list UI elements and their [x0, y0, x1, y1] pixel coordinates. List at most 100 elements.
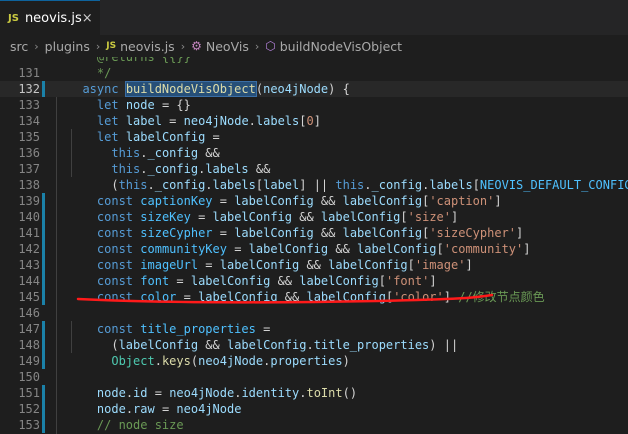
code-text: async buildNodeVisObject(neo4jNode) {: [68, 81, 350, 97]
code-token: @returns {{}}: [96, 57, 191, 64]
git-change-marker: [42, 241, 45, 257]
code-line[interactable]: 153 // node size: [0, 417, 628, 433]
git-change-marker: [42, 385, 45, 401]
chevron-right-icon: ›: [95, 39, 101, 53]
code-text: this._config &&: [68, 145, 220, 161]
git-change-marker: [42, 225, 45, 241]
code-line[interactable]: 131 */: [0, 65, 628, 81]
tab-label: neovis.js: [24, 10, 82, 26]
code-token: async: [82, 82, 119, 96]
tab-neovis-js[interactable]: JS neovis.js ×: [0, 0, 100, 35]
tab-bar: JS neovis.js ×: [0, 0, 628, 35]
breadcrumb-plugins[interactable]: plugins: [45, 39, 90, 54]
code-token: (: [68, 178, 119, 192]
code-editor[interactable]: 154153 // node size152 node.raw = neo4jN…: [0, 57, 628, 434]
code-token: const: [96, 258, 134, 272]
code-line[interactable]: 140 const sizeKey = labelConfig && label…: [0, 209, 628, 225]
code-token: imageUrl: [140, 258, 199, 272]
code-token: .: [140, 162, 148, 176]
line-number: 137: [18, 162, 40, 176]
code-line[interactable]: 132 async buildNodeVisObject(neo4jNode) …: [0, 81, 628, 97]
breadcrumb-src[interactable]: src: [10, 39, 28, 54]
breadcrumb-method[interactable]: buildNodeVisObject: [280, 39, 402, 54]
line-number: 139: [18, 194, 40, 208]
code-line[interactable]: 144 const font = labelConfig && labelCon…: [0, 273, 628, 289]
breadcrumb: src › plugins › JS neovis.js › ⚙ NeoVis …: [0, 35, 628, 57]
code-token: neo4jNode: [198, 354, 264, 368]
code-token: _config: [154, 178, 206, 192]
code-line[interactable]: 139 const captionKey = labelConfig && la…: [0, 193, 628, 209]
line-number: 153: [18, 418, 40, 432]
code-line[interactable]: 133 let node = {}: [0, 97, 628, 113]
code-text: const imageUrl = labelConfig && labelCon…: [68, 257, 473, 273]
code-token: &&: [299, 258, 329, 272]
indent-guide: [56, 97, 57, 434]
code-line[interactable]: 141 const sizeCypher = labelConfig && la…: [0, 225, 628, 241]
code-token: 'caption': [429, 194, 495, 208]
line-number: 152: [18, 402, 40, 416]
code-token: ) {: [328, 82, 350, 96]
code-token: labelConfig: [190, 274, 271, 288]
code-token: sizeCypher: [140, 226, 213, 240]
code-line[interactable]: 152 node.raw = neo4jNode: [0, 401, 628, 417]
code-token: .: [248, 114, 256, 128]
code-line[interactable]: 138 (this._config.labels[label] || this.…: [0, 177, 628, 193]
breadcrumb-class[interactable]: NeoVis: [206, 39, 249, 54]
code-token: this: [111, 146, 141, 160]
chevron-right-icon: ›: [34, 39, 39, 53]
breadcrumb-file[interactable]: neovis.js: [120, 39, 175, 54]
code-line[interactable]: 135 let labelConfig =: [0, 129, 628, 145]
code-token: ]: [523, 242, 531, 256]
code-line[interactable]: 143 const imageUrl = labelConfig && labe…: [0, 257, 628, 273]
close-icon[interactable]: ×: [82, 11, 93, 26]
code-text: const captionKey = labelConfig && labelC…: [68, 193, 502, 209]
code-line[interactable]: 146: [0, 305, 628, 321]
code-token: ]: [494, 194, 502, 208]
indent-guide: [71, 321, 72, 353]
code-token: .: [154, 354, 162, 368]
code-line[interactable]: 147 const title_properties =: [0, 321, 628, 337]
code-token: &&: [198, 146, 220, 160]
code-token: .: [125, 402, 134, 416]
code-text: let labelConfig =: [68, 129, 220, 145]
code-line[interactable]: 150: [0, 369, 628, 385]
code-text: const sizeKey = labelConfig && labelConf…: [68, 209, 458, 225]
line-number: 144: [18, 274, 40, 288]
code-token: labelConfig: [118, 338, 199, 352]
code-text: */: [68, 65, 111, 81]
code-token: neo4jNode: [183, 114, 249, 128]
line-number: 148: [18, 338, 40, 352]
code-token: toInt: [306, 386, 343, 400]
code-token: =: [212, 226, 235, 240]
code-token: .: [125, 386, 134, 400]
code-token: communityKey: [140, 242, 227, 256]
code-token: [: [472, 178, 480, 192]
line-number: 143: [18, 258, 40, 272]
code-text: let node = {}: [68, 97, 191, 113]
class-icon: ⚙: [191, 39, 202, 53]
code-line[interactable]: 142 const communityKey = labelConfig && …: [0, 241, 628, 257]
code-line[interactable]: 137 this._config.labels &&: [0, 161, 628, 177]
code-token: // node size: [96, 418, 184, 432]
code-token: let: [96, 114, 119, 128]
code-token: _config: [147, 162, 199, 176]
code-token: sizeKey: [140, 210, 191, 224]
code-token: const: [96, 274, 134, 288]
code-line[interactable]: 151 node.id = neo4jNode.identity.toInt(): [0, 385, 628, 401]
code-line[interactable]: 134 let label = neo4jNode.labels[0]: [0, 113, 628, 129]
code-line[interactable]: 148 (labelConfig && labelConfig.title_pr…: [0, 337, 628, 353]
code-text: (this._config.labels[label] || this._con…: [68, 177, 628, 193]
code-line[interactable]: 149 Object.keys(neo4jNode.properties): [0, 353, 628, 369]
code-token: =: [212, 194, 235, 208]
code-token: [: [400, 210, 408, 224]
code-line[interactable]: @returns {{}}: [0, 57, 628, 65]
code-text: (labelConfig && labelConfig.title_proper…: [68, 337, 458, 353]
code-line[interactable]: 136 this._config &&: [0, 145, 628, 161]
code-token: =: [161, 114, 184, 128]
